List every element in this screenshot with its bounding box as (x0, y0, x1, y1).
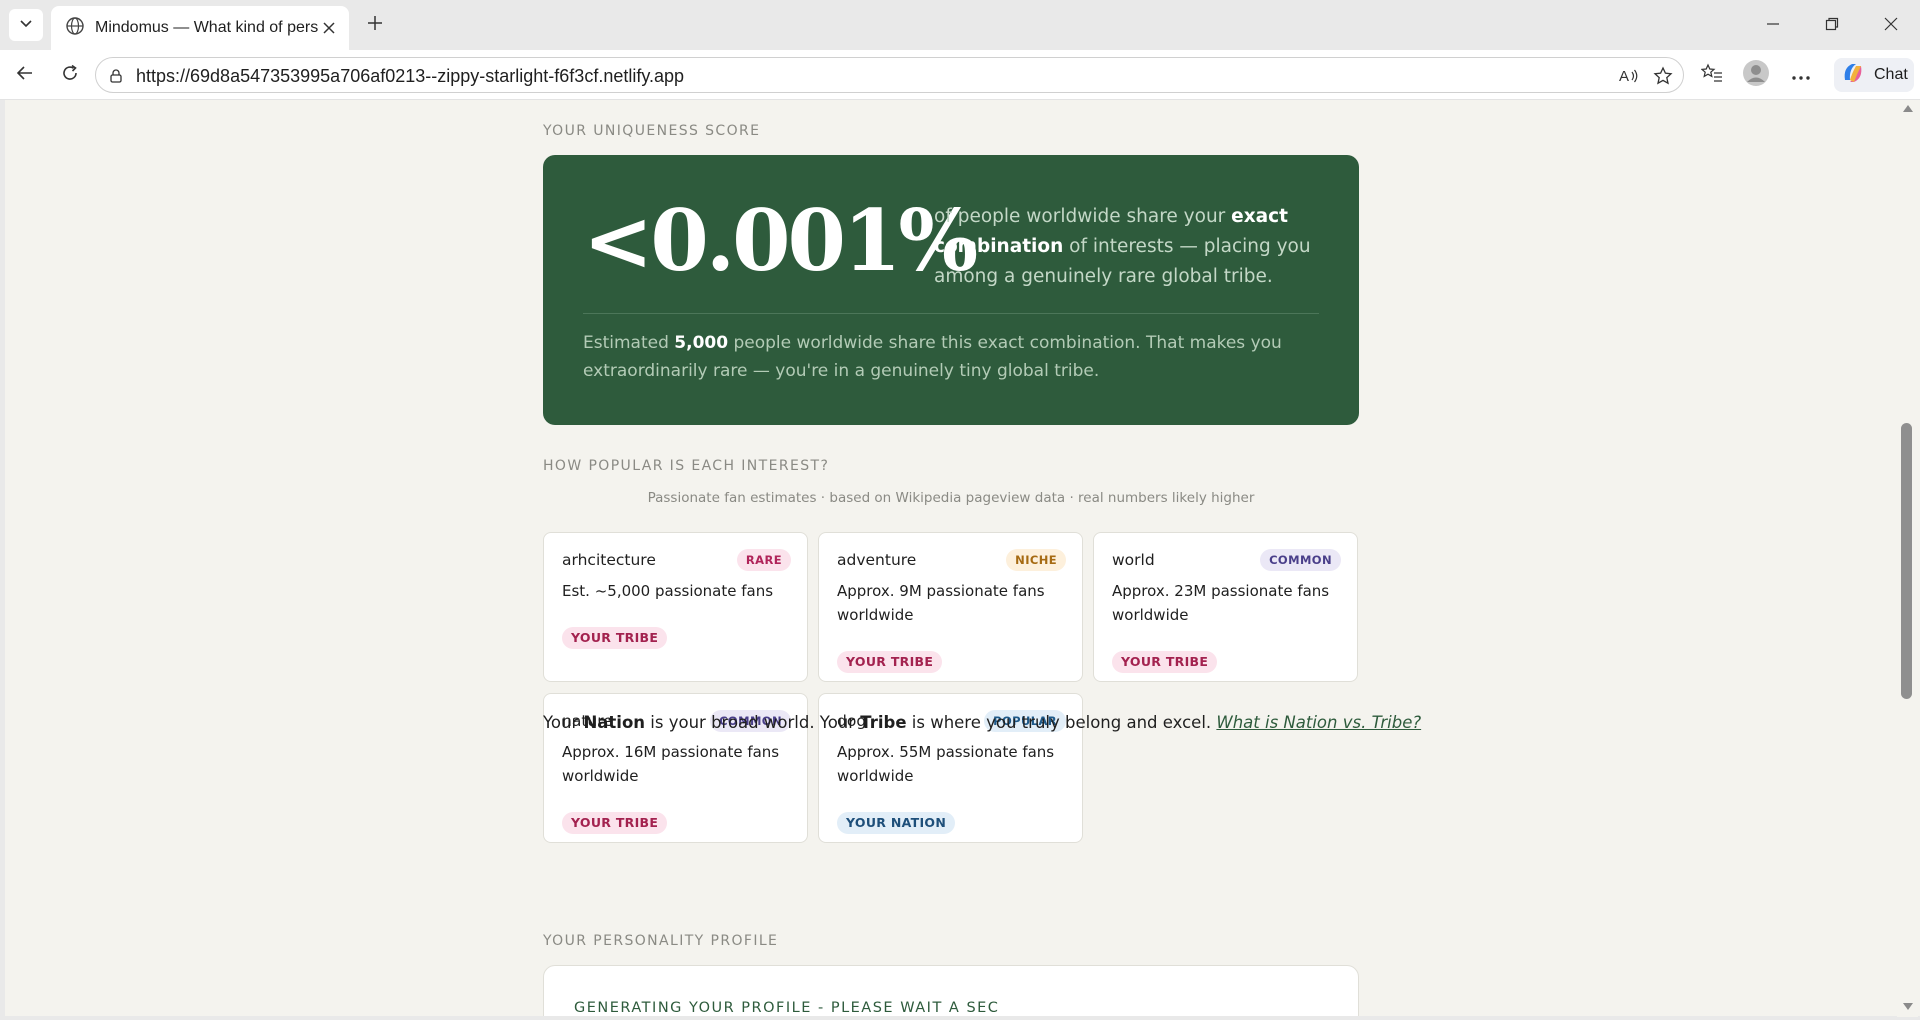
window-bottom-border (0, 1016, 1920, 1020)
group-badge: YOUR TRIBE (1112, 651, 1218, 673)
interest-card-adventure: adventure NICHE Approx. 9M passionate fans… (818, 532, 1083, 682)
read-aloud-icon[interactable]: A (1617, 65, 1641, 87)
minimize-button[interactable] (1743, 0, 1802, 50)
new-tab-button[interactable] (358, 10, 392, 40)
desc-text-1: of people worldwide share your (934, 206, 1232, 227)
popularity-section-label: HOW POPULAR IS EACH INTEREST? (543, 458, 830, 474)
popularity-badge: NICHE (1006, 549, 1066, 571)
close-window-button[interactable] (1861, 0, 1920, 50)
interest-name: world (1112, 551, 1155, 569)
uniqueness-description: of people worldwide share your exact com… (934, 202, 1314, 292)
window-left-border (0, 100, 5, 1020)
estimate-text: Estimated 5,000 people worldwide share t… (583, 329, 1323, 385)
refresh-button[interactable] (54, 59, 86, 91)
nation-vs-tribe-link[interactable]: What is Nation vs. Tribe? (1216, 713, 1421, 732)
close-icon[interactable] (319, 18, 339, 38)
svg-text:A: A (1619, 68, 1629, 85)
tab-list-button[interactable] (9, 9, 43, 41)
close-icon (1884, 16, 1898, 35)
refresh-icon (60, 63, 80, 87)
personality-profile-card: GENERATING YOUR PROFILE - PLEASE WAIT A … (543, 965, 1359, 1017)
scroll-up-arrow-icon[interactable] (1903, 105, 1913, 112)
nation-text-1: Your (543, 713, 584, 732)
tribe-bold: Tribe (860, 713, 907, 732)
fan-estimate: Approx. 9M passionate fans worldwide (837, 582, 1045, 624)
copilot-icon (1840, 60, 1866, 90)
back-button[interactable] (9, 59, 41, 91)
divider (583, 313, 1319, 314)
favorites-button[interactable] (1696, 59, 1728, 91)
plus-icon (366, 14, 384, 36)
site-info-icon[interactable] (106, 66, 126, 86)
more-horizontal-icon (1791, 66, 1811, 85)
scroll-down-arrow-icon[interactable] (1903, 1003, 1913, 1010)
page-viewport: YOUR UNIQUENESS SCORE <0.001% of people … (5, 101, 1900, 1017)
popularity-badge: COMMON (1260, 549, 1341, 571)
page-scrollbar[interactable] (1897, 101, 1918, 1017)
browser-tab-active[interactable]: Mindomus — What kind of person are you? (51, 6, 349, 50)
group-badge: YOUR TRIBE (562, 812, 668, 834)
nation-text-3: is where you truly belong and excel. (906, 713, 1217, 732)
group-badge: YOUR TRIBE (837, 651, 943, 673)
url-text: https://69d8a547353995a706af0213--zippy-… (136, 66, 685, 86)
popularity-note: Passionate fan estimates · based on Wiki… (647, 490, 1255, 506)
chevron-down-icon (18, 15, 34, 35)
profile-section-label: YOUR PERSONALITY PROFILE (543, 933, 779, 949)
interest-card-arhcitecture: arhcitecture RARE Est. ~5,000 passionate f… (543, 532, 808, 682)
tab-title: Mindomus — What kind of person are you? (95, 19, 319, 36)
profile-loading-status: GENERATING YOUR PROFILE - PLEASE WAIT A … (574, 1000, 1000, 1016)
restore-button[interactable] (1802, 0, 1861, 50)
favorites-list-icon (1700, 63, 1723, 87)
address-bar[interactable]: https://69d8a547353995a706af0213--zippy-… (95, 57, 1684, 93)
popularity-badge: RARE (736, 549, 791, 571)
interest-name: arhcitecture (562, 551, 656, 569)
interest-name: adventure (837, 551, 917, 569)
tab-bar: Mindomus — What kind of person are you? (0, 0, 1920, 50)
fan-estimate: Approx. 16M passionate fans worldwide (562, 743, 780, 785)
profile-button[interactable] (1740, 59, 1772, 91)
chat-label: Chat (1874, 66, 1908, 83)
globe-icon (65, 16, 85, 40)
copilot-chat-button[interactable]: Chat (1834, 58, 1914, 92)
restore-icon (1825, 16, 1839, 35)
minimize-icon (1766, 16, 1780, 35)
estimate-prefix: Estimated (583, 333, 675, 353)
window-controls (1743, 0, 1920, 50)
fan-estimate: Est. ~5,000 passionate fans (562, 582, 774, 600)
avatar (1742, 59, 1770, 91)
uniqueness-score: <0.001% (583, 191, 978, 290)
group-badge: YOUR TRIBE (562, 627, 668, 649)
fan-estimate: Approx. 55M passionate fans worldwide (837, 743, 1055, 785)
more-menu-button[interactable] (1785, 59, 1817, 91)
fan-estimate: Approx. 23M passionate fans worldwide (1112, 582, 1330, 624)
scroll-thumb[interactable] (1901, 423, 1912, 699)
nation-text-2: is your broad world. Your (645, 713, 861, 732)
arrow-left-icon (15, 63, 35, 87)
favorite-star-icon[interactable] (1651, 65, 1675, 87)
uniqueness-section-label: YOUR UNIQUENESS SCORE (543, 123, 761, 139)
nation-tribe-explainer: Your Nation is your broad world. Your Tr… (543, 713, 1421, 732)
estimate-count: 5,000 (674, 333, 729, 353)
nation-bold: Nation (583, 713, 646, 732)
group-badge: YOUR NATION (837, 812, 956, 834)
interest-card-world: world COMMON Approx. 23M passionate fans w… (1093, 532, 1358, 682)
uniqueness-score-card: <0.001% of people worldwide share your e… (543, 155, 1359, 425)
